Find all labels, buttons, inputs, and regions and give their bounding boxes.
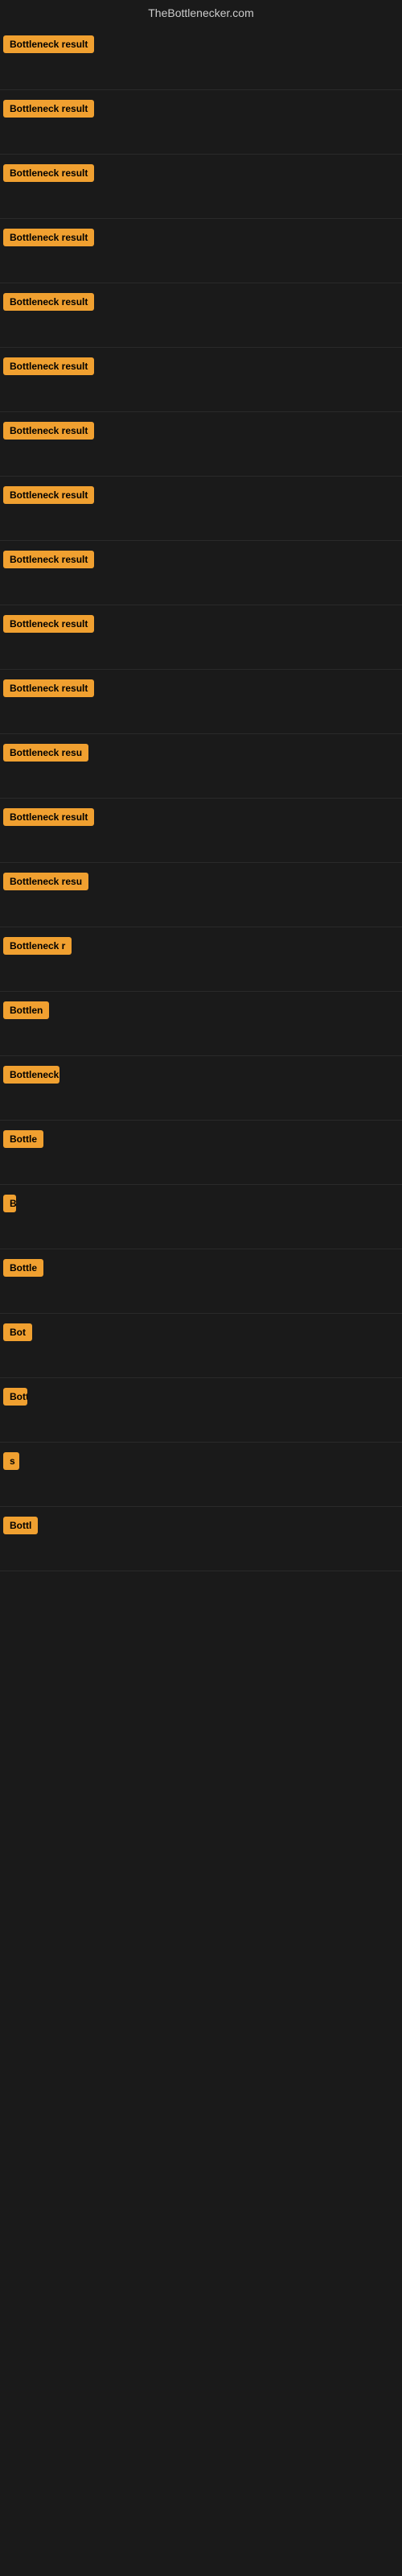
bottleneck-badge[interactable]: B bbox=[3, 1195, 16, 1212]
site-title: TheBottlenecker.com bbox=[0, 0, 402, 26]
bottleneck-badge[interactable]: Bottleneck r bbox=[3, 937, 72, 955]
bottleneck-badge[interactable]: Bottleneck result bbox=[3, 357, 94, 375]
bottleneck-badge[interactable]: Bottleneck result bbox=[3, 808, 94, 826]
bottleneck-badge[interactable]: Bottleneck bbox=[3, 1066, 59, 1084]
bottleneck-badge[interactable]: Bottleneck result bbox=[3, 100, 94, 118]
list-item: Bottleneck result bbox=[0, 541, 402, 605]
list-item: Bottl bbox=[0, 1507, 402, 1571]
bottleneck-badge[interactable]: Bottleneck result bbox=[3, 229, 94, 246]
bottleneck-badge[interactable]: Bottle bbox=[3, 1130, 43, 1148]
bottleneck-badge[interactable]: Bottleneck resu bbox=[3, 873, 88, 890]
bottleneck-badge[interactable]: Bottleneck result bbox=[3, 422, 94, 440]
bottleneck-badge[interactable]: Bot bbox=[3, 1323, 32, 1341]
list-item: Bottleneck result bbox=[0, 26, 402, 90]
list-item: Bottlen bbox=[0, 992, 402, 1056]
list-item: Bottleneck result bbox=[0, 799, 402, 863]
bottleneck-badge[interactable]: Bottleneck resu bbox=[3, 744, 88, 762]
list-item: Bottleneck result bbox=[0, 155, 402, 219]
list-item: Bottleneck resu bbox=[0, 734, 402, 799]
bottleneck-badge[interactable]: Bottleneck result bbox=[3, 293, 94, 311]
bottleneck-badge[interactable]: s bbox=[3, 1452, 19, 1470]
bottleneck-badge[interactable]: Bottlens bbox=[3, 1388, 27, 1406]
bottleneck-badge[interactable]: Bottleneck result bbox=[3, 615, 94, 633]
bottleneck-badge[interactable]: Bottle bbox=[3, 1259, 43, 1277]
list-item: Bottleneck result bbox=[0, 477, 402, 541]
list-item: Bottle bbox=[0, 1249, 402, 1314]
list-item: Bottleneck result bbox=[0, 283, 402, 348]
list-item: Bottleneck result bbox=[0, 670, 402, 734]
list-item: Bottleneck result bbox=[0, 219, 402, 283]
list-item: Bottleneck bbox=[0, 1056, 402, 1121]
bottleneck-badge[interactable]: Bottleneck result bbox=[3, 486, 94, 504]
bottleneck-badge[interactable]: Bottleneck result bbox=[3, 35, 94, 53]
list-item: Bottleneck result bbox=[0, 348, 402, 412]
list-item: Bottlens bbox=[0, 1378, 402, 1443]
bottleneck-badge[interactable]: Bottleneck result bbox=[3, 679, 94, 697]
list-item: Bottleneck resu bbox=[0, 863, 402, 927]
list-item: B bbox=[0, 1185, 402, 1249]
list-item: s bbox=[0, 1443, 402, 1507]
list-item: Bottleneck result bbox=[0, 605, 402, 670]
list-item: Bottleneck r bbox=[0, 927, 402, 992]
list-item: Bot bbox=[0, 1314, 402, 1378]
list-item: Bottleneck result bbox=[0, 90, 402, 155]
bottleneck-badge[interactable]: Bottleneck result bbox=[3, 551, 94, 568]
bottleneck-badge[interactable]: Bottlen bbox=[3, 1001, 49, 1019]
bottleneck-badge[interactable]: Bottl bbox=[3, 1517, 38, 1534]
list-item: Bottleneck result bbox=[0, 412, 402, 477]
bottleneck-badge[interactable]: Bottleneck result bbox=[3, 164, 94, 182]
list-item: Bottle bbox=[0, 1121, 402, 1185]
